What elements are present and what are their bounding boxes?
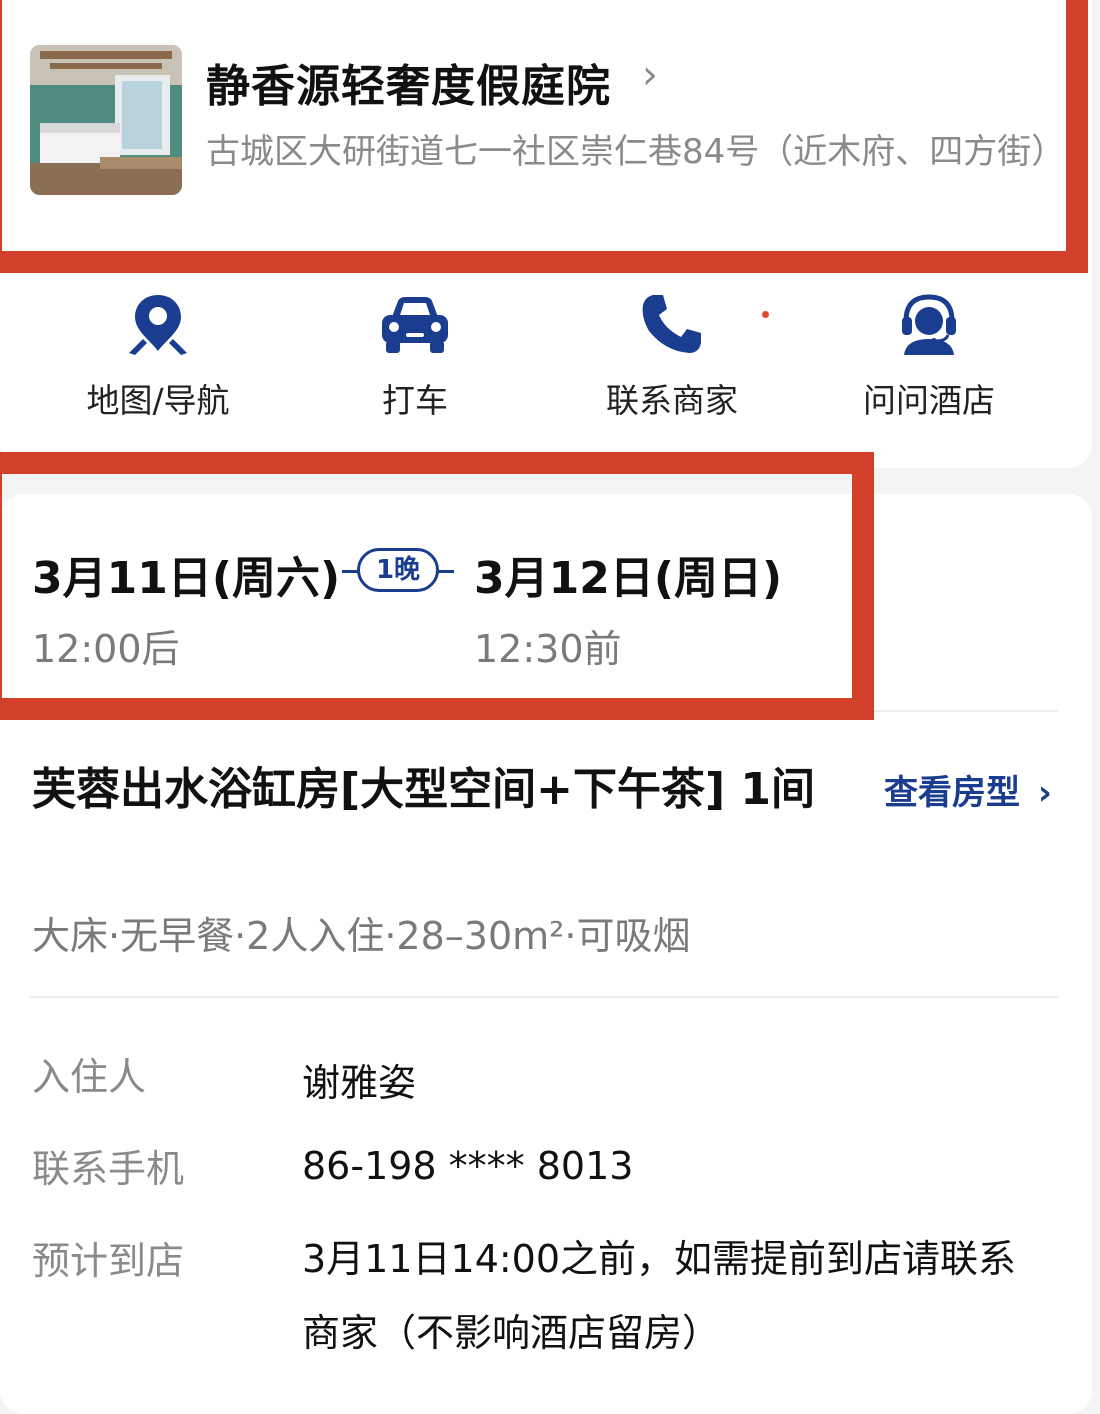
view-room-type-link[interactable]: 查看房型 › [884,765,1052,814]
chevron-right-icon[interactable]: › [642,52,658,98]
nights-connector [342,570,358,573]
action-label: 问问酒店 [863,381,995,420]
phone-icon [562,288,782,360]
hotel-thumbnail[interactable] [30,45,182,195]
notification-dot [762,311,769,318]
hotel-name[interactable]: 静香源轻奢度假庭院 [206,50,611,114]
checkout-date[interactable]: 3月12日(周日) [474,542,782,606]
action-label: 地图/导航 [86,381,230,420]
guest-label: 入住人 [32,1055,147,1099]
hotel-address: 古城区大研街道七一社区崇仁巷84号（近木府、四方街） [206,132,1066,172]
checkin-date[interactable]: 3月11日(周六) [32,542,340,606]
nights-badge: 1晚 [357,548,439,592]
map-pin-icon [48,288,268,360]
phone-label: 联系手机 [32,1147,185,1191]
ask-hotel-button[interactable]: 问问酒店 [819,288,1039,422]
taxi-button[interactable]: 打车 [305,288,525,422]
checkout-time: 12:30前 [474,627,622,671]
customer-service-icon [819,288,1039,360]
arrival-label: 预计到店 [32,1239,185,1283]
divider [30,996,1058,998]
room-name: 芙蓉出水浴缸房[大型空间+下午茶] 1间 [32,764,816,815]
car-icon [305,288,525,360]
chevron-right-icon: › [1037,773,1052,813]
arrival-time: 3月11日14:00之前，如需提前到店请联系商家（不影响酒店留房） [302,1237,1017,1355]
view-room-label: 查看房型 [884,773,1020,813]
map-navigation-button[interactable]: 地图/导航 [48,288,268,422]
action-label: 联系商家 [606,381,738,420]
room-spec: 大床·无早餐·2人入住·28–30m²·可吸烟 [32,914,691,958]
contact-merchant-button[interactable]: 联系商家 [562,288,782,422]
phone-number: 86-198 **** 8013 [302,1144,634,1188]
divider [30,710,1058,712]
action-label: 打车 [382,381,448,420]
nights-connector [438,570,454,573]
checkin-time: 12:00后 [32,627,180,671]
guest-name: 谢雅姿 [302,1061,417,1105]
